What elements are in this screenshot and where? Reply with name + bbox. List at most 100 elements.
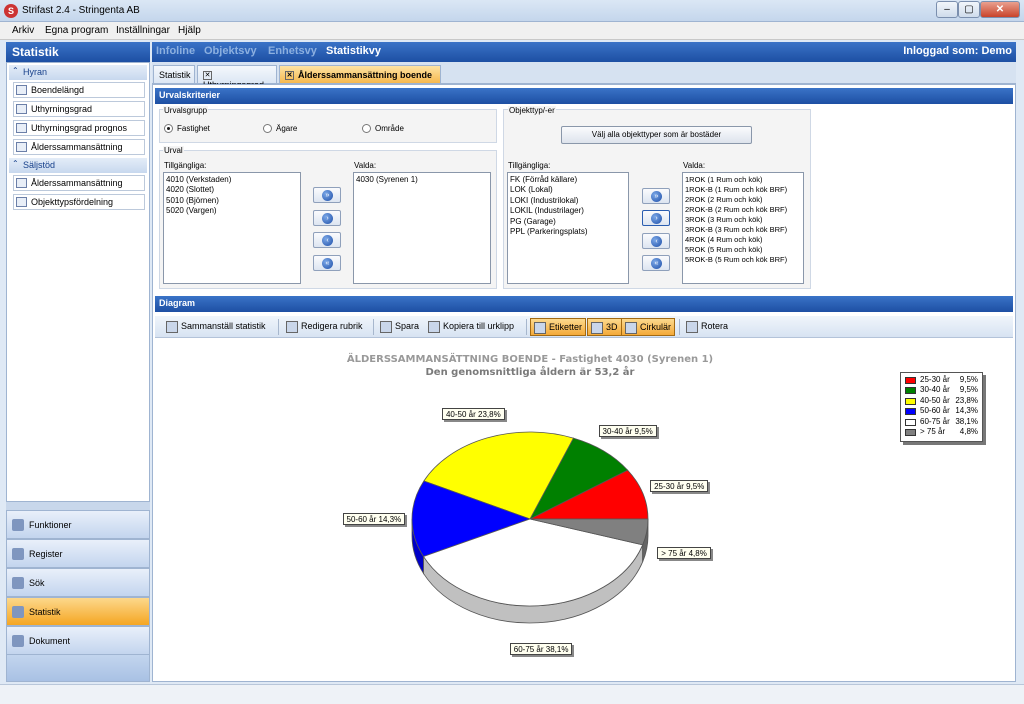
close-tab-icon[interactable]: ✕ <box>203 71 212 81</box>
left-item-label: Uthyrningsgrad <box>31 104 93 114</box>
remove-button[interactable]: ‹ <box>313 232 341 248</box>
circular-toggle[interactable]: Cirkulär <box>621 318 676 336</box>
available-label: Tillgängliga: <box>164 161 207 170</box>
tab-infoline[interactable]: Infoline <box>156 45 195 57</box>
3d-icon <box>591 322 603 334</box>
labels-toggle[interactable]: Etiketter <box>530 318 587 336</box>
list-item[interactable]: LOKI (Industrilokal) <box>510 196 626 206</box>
obj-remove-button[interactable]: ‹ <box>642 233 670 249</box>
list-item[interactable]: PG (Garage) <box>510 217 626 227</box>
legend-entry: 60-75 år 38,1% <box>903 417 980 427</box>
maximize-button[interactable]: ▢ <box>958 1 980 18</box>
list-item[interactable]: 4ROK (4 Rum och kök) <box>685 235 801 245</box>
left-item-objekttypsfordelning[interactable]: Objekttypsfördelning <box>13 194 145 210</box>
rotate-button[interactable]: Rotera <box>683 318 731 336</box>
legend-name: 40-50 år <box>920 395 950 405</box>
list-item[interactable]: 4030 (Syrenen 1) <box>356 175 488 185</box>
logged-in-user: Inloggad som: Demo <box>903 45 1012 57</box>
tab-statistikvy[interactable]: Statistikvy <box>326 45 381 57</box>
menu-hjalp[interactable]: Hjälp <box>178 25 201 36</box>
button-label: Etiketter <box>549 322 583 332</box>
remove-all-button[interactable]: « <box>313 255 341 271</box>
pie-label-2: 40-50 år 23,8% <box>441 407 505 420</box>
list-item[interactable]: LOKIL (Industrilager) <box>510 206 626 216</box>
left-item-alderssammansattning-hyran[interactable]: Ålderssammansättning <box>13 139 145 155</box>
add-button[interactable]: › <box>313 210 341 226</box>
obj-add-button[interactable]: › <box>642 210 670 226</box>
group-label: Säljstöd <box>23 160 56 170</box>
arrow-left-icon: ‹ <box>322 235 333 246</box>
edit-title-button[interactable]: Redigera rubrik <box>283 318 366 336</box>
select-all-housing-button[interactable]: Välj alla objekttyper som är bostäder <box>561 126 752 144</box>
list-item[interactable]: 5020 (Vargen) <box>166 206 298 216</box>
left-item-uthyrningsgrad-prognos[interactable]: Uthyrningsgrad prognos <box>13 120 145 136</box>
obj-remove-all-button[interactable]: « <box>642 255 670 271</box>
radio-omrade[interactable] <box>362 124 371 133</box>
nav-register[interactable]: Register <box>6 539 150 568</box>
menu-installningar[interactable]: Inställningar <box>116 25 170 36</box>
close-button[interactable]: ✕ <box>980 1 1020 18</box>
list-item[interactable]: 2ROK-B (2 Rum och kök BRF) <box>685 205 801 215</box>
list-item[interactable]: 2ROK (2 Rum och kök) <box>685 195 801 205</box>
nav-statistik[interactable]: Statistik <box>6 597 150 626</box>
list-item[interactable]: 4010 (Verkstaden) <box>166 175 298 185</box>
arrow-left-icon: ‹ <box>651 236 662 247</box>
nav-label: Sök <box>29 578 45 588</box>
obj-selected-list[interactable]: 1ROK (1 Rum och kök) 1ROK-B (1 Rum och k… <box>682 172 804 284</box>
tab-alderssammansattning-boende[interactable]: ✕ Ålderssammansättning boende <box>279 65 441 84</box>
add-all-button[interactable]: » <box>313 187 341 203</box>
status-bar <box>0 684 1024 704</box>
tab-enhetsvy[interactable]: Enhetsvy <box>268 45 317 57</box>
double-arrow-left-icon: « <box>322 258 333 269</box>
list-item[interactable]: 3ROK (3 Rum och kök) <box>685 215 801 225</box>
panel-splitter[interactable] <box>6 502 150 510</box>
list-item[interactable]: 4020 (Slottet) <box>166 185 298 195</box>
radio-fastighet-label: Fastighet <box>177 124 210 133</box>
legend-value: 9,5% <box>959 375 978 384</box>
list-item[interactable]: LOK (Lokal) <box>510 185 626 195</box>
list-item[interactable]: FK (Förråd källare) <box>510 175 626 185</box>
3d-toggle[interactable]: 3D <box>587 318 622 336</box>
available-list[interactable]: 4010 (Verkstaden) 4020 (Slottet) 5010 (B… <box>163 172 301 284</box>
group-saljstod[interactable]: ⌃ Säljstöd <box>9 158 147 173</box>
radio-fastighet[interactable] <box>164 124 173 133</box>
list-item[interactable]: 3ROK-B (3 Rum och kök BRF) <box>685 225 801 235</box>
legend-entry: > 75 år 4,8% <box>903 427 980 437</box>
tab-uthyrningsgrad[interactable]: ✕Uthyrningsgrad <box>197 65 277 90</box>
list-item[interactable]: 1ROK (1 Rum och kök) <box>685 175 801 185</box>
left-item-alderssammansattning-saljstod[interactable]: Ålderssammansättning <box>13 175 145 191</box>
nav-sok[interactable]: Sök <box>6 568 150 597</box>
list-item[interactable]: 5ROK-B (5 Rum och kök BRF) <box>685 255 801 265</box>
nav-dokument[interactable]: Dokument <box>6 626 150 655</box>
left-item-boendelangd[interactable]: Boendelängd <box>13 82 145 98</box>
save-button[interactable]: Spara <box>377 318 422 336</box>
list-item[interactable]: 5ROK (5 Rum och kök) <box>685 245 801 255</box>
button-label: Spara <box>395 321 420 331</box>
list-item[interactable]: PPL (Parkeringsplats) <box>510 227 626 237</box>
pie-label-3: 50-60 år 14,3% <box>342 512 406 525</box>
menu-arkiv[interactable]: Arkiv <box>12 25 34 36</box>
menu-egna-program[interactable]: Egna program <box>45 25 108 36</box>
nav-label: Funktioner <box>29 520 72 530</box>
list-item[interactable]: 5010 (Björnen) <box>166 196 298 206</box>
obj-available-list[interactable]: FK (Förråd källare) LOK (Lokal) LOKI (In… <box>507 172 629 284</box>
tab-statistik[interactable]: Statistik <box>153 65 195 84</box>
tab-objektsvy[interactable]: Objektsvy <box>204 45 257 57</box>
floppy-disk-icon <box>380 321 392 333</box>
legend-value: 4,8% <box>959 426 978 436</box>
selected-list[interactable]: 4030 (Syrenen 1) <box>353 172 491 284</box>
compile-statistics-button[interactable]: Sammanställ statistik <box>163 318 269 336</box>
legend-entry: 50-60 år 14,3% <box>903 406 980 416</box>
left-panel-header: Statistik <box>6 42 150 62</box>
minimize-button[interactable]: – <box>936 1 958 18</box>
list-item[interactable]: 1ROK-B (1 Rum och kök BRF) <box>685 185 801 195</box>
pie-chart-icon <box>16 142 27 152</box>
close-tab-icon[interactable]: ✕ <box>285 71 294 81</box>
left-item-uthyrningsgrad[interactable]: Uthyrningsgrad <box>13 101 145 117</box>
nav-funktioner[interactable]: Funktioner <box>6 510 150 539</box>
obj-add-all-button[interactable]: » <box>642 188 670 204</box>
group-hyran[interactable]: ⌃ Hyran <box>9 65 147 80</box>
radio-agare[interactable] <box>263 124 272 133</box>
left-panel-title: Statistik <box>12 45 59 59</box>
copy-to-clipboard-button[interactable]: Kopiera till urklipp <box>425 318 517 336</box>
